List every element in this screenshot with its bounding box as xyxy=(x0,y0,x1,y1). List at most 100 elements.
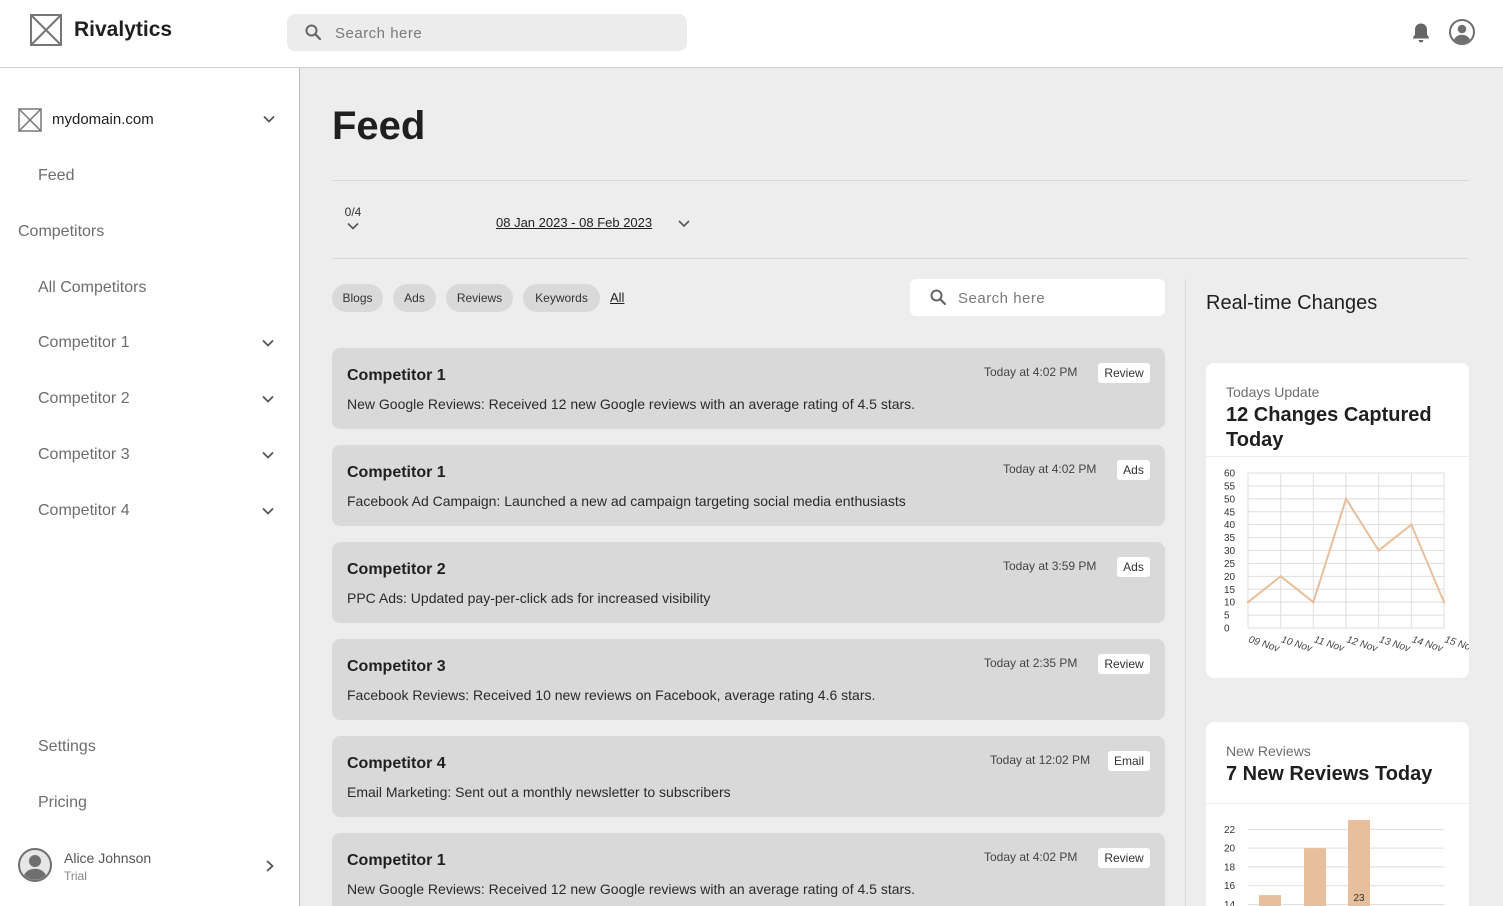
y-tick-label: 25 xyxy=(1224,559,1236,570)
y-tick-label: 18 xyxy=(1224,862,1236,873)
feed-card-time: Today at 4:02 PM xyxy=(1003,462,1097,476)
feed-card[interactable]: Competitor 3 Today at 2:35 PM Review Fac… xyxy=(332,639,1165,720)
chevron-down-icon[interactable] xyxy=(262,112,276,126)
feed-card-text: New Google Reviews: Received 12 new Goog… xyxy=(347,881,916,897)
x-tick-label: 12 Nov xyxy=(1345,634,1379,655)
sidebar-item-competitor-1[interactable]: Competitor 1 xyxy=(38,334,130,352)
chevron-right-icon[interactable] xyxy=(264,859,276,873)
data-point xyxy=(1279,575,1282,578)
x-tick-label: 14 Nov xyxy=(1410,634,1444,655)
panel-divider xyxy=(1185,279,1186,906)
domain-selector[interactable]: mydomain.com xyxy=(18,108,282,132)
y-tick-label: 40 xyxy=(1224,520,1236,531)
sidebar-item-competitor-2[interactable]: Competitor 2 xyxy=(38,390,130,408)
feed-card-text: Facebook Ad Campaign: Launched a new ad … xyxy=(347,493,906,509)
feed-card-competitor: Competitor 1 xyxy=(347,367,446,384)
user-profile[interactable]: Alice Johnson Trial xyxy=(18,848,282,886)
feed-card[interactable]: Competitor 4 Today at 12:02 PM Email Ema… xyxy=(332,736,1165,817)
chevron-down-icon[interactable] xyxy=(346,221,360,231)
user-plan: Trial xyxy=(64,869,87,883)
bar xyxy=(1259,895,1281,906)
chevron-down-icon[interactable] xyxy=(261,392,275,406)
feed-card-time: Today at 12:02 PM xyxy=(990,753,1091,767)
feed-card-competitor: Competitor 3 xyxy=(347,658,446,675)
y-tick-label: 50 xyxy=(1224,494,1236,505)
widget-value: 7 New Reviews Today xyxy=(1226,763,1433,785)
x-tick-label: 09 Nov xyxy=(1247,634,1281,655)
chevron-down-icon[interactable] xyxy=(261,504,275,518)
sidebar-item-pricing[interactable]: Pricing xyxy=(38,794,87,812)
brand-name[interactable]: Rivalytics xyxy=(74,18,172,42)
chevron-down-icon[interactable] xyxy=(261,448,275,462)
feed-card-competitor: Competitor 1 xyxy=(347,464,446,481)
y-tick-label: 10 xyxy=(1224,598,1236,609)
feed-card[interactable]: Competitor 1 Today at 4:02 PM Review New… xyxy=(332,348,1165,429)
feed-card-time: Today at 2:35 PM xyxy=(984,656,1078,670)
filter-chip-ads[interactable]: Ads xyxy=(393,284,436,312)
sidebar-item-competitor-3[interactable]: Competitor 3 xyxy=(38,446,130,464)
feed-card-tag[interactable]: Review xyxy=(1098,654,1150,674)
y-tick-label: 22 xyxy=(1224,825,1236,836)
feed-card-tag[interactable]: Ads xyxy=(1117,557,1150,577)
x-tick-label: 13 Nov xyxy=(1378,634,1412,655)
search-icon xyxy=(930,289,946,305)
reviews-bar-chart: 12141618202223 xyxy=(1224,820,1444,906)
feed-card-time: Today at 3:59 PM xyxy=(1003,559,1097,573)
selection-counter[interactable]: 0/4 xyxy=(340,205,366,231)
logo-placeholder-icon[interactable] xyxy=(30,14,62,46)
filter-chip-blogs[interactable]: Blogs xyxy=(332,284,383,312)
filter-chip-reviews[interactable]: Reviews xyxy=(446,284,513,312)
bell-icon[interactable] xyxy=(1411,22,1431,44)
filter-chip-keywords[interactable]: Keywords xyxy=(523,284,600,312)
sidebar-item-all-competitors[interactable]: All Competitors xyxy=(38,279,146,297)
feed-card[interactable]: Competitor 1 Today at 4:02 PM Ads Facebo… xyxy=(332,445,1165,526)
sidebar: mydomain.com Feed Competitors All Compet… xyxy=(0,68,300,906)
feed-card-competitor: Competitor 4 xyxy=(347,755,446,772)
global-search[interactable] xyxy=(287,14,687,51)
divider xyxy=(332,258,1469,259)
feed-card-tag[interactable]: Review xyxy=(1098,363,1150,383)
data-point xyxy=(1312,600,1315,604)
feed-card[interactable]: Competitor 1 Today at 4:02 PM Review New… xyxy=(332,833,1165,906)
widget-todays-update[interactable]: Todays Update 12 Changes Captured Today … xyxy=(1206,363,1469,678)
data-point xyxy=(1246,600,1250,604)
changes-line-chart: 0 5 10 15 20 25 30 35 40 45 50 5560 09 Nov 10 Nov 11 N… xyxy=(1224,469,1469,655)
chevron-down-icon[interactable] xyxy=(261,336,275,350)
user-avatar-icon[interactable] xyxy=(1449,19,1475,45)
feed-card-tag[interactable]: Review xyxy=(1098,848,1150,868)
sidebar-item-competitor-4[interactable]: Competitor 4 xyxy=(38,502,130,520)
sidebar-item-settings[interactable]: Settings xyxy=(38,738,96,756)
data-point xyxy=(1410,523,1413,526)
feed-card-time: Today at 4:02 PM xyxy=(984,365,1078,379)
feed-card-tag[interactable]: Ads xyxy=(1117,460,1150,480)
sidebar-heading-competitors[interactable]: Competitors xyxy=(18,223,104,241)
counter-value: 0/4 xyxy=(344,205,362,219)
widget-new-reviews[interactable]: New Reviews 7 New Reviews Today 12141618… xyxy=(1206,722,1469,906)
widget-label: Todays Update xyxy=(1226,384,1320,400)
divider xyxy=(1206,803,1469,804)
top-bar: Rivalytics xyxy=(0,0,1503,68)
y-tick-label: 16 xyxy=(1224,881,1236,892)
feed-card-tag[interactable]: Email xyxy=(1108,751,1150,771)
y-tick-label: 35 xyxy=(1224,533,1236,544)
date-range-picker[interactable]: 08 Jan 2023 - 08 Feb 2023 xyxy=(496,215,652,230)
y-tick-label: 0 xyxy=(1224,624,1230,635)
feed-search[interactable] xyxy=(910,279,1165,316)
widget-value: 12 Changes Captured Today xyxy=(1226,404,1432,451)
avatar xyxy=(18,848,52,882)
user-name: Alice Johnson xyxy=(64,850,152,866)
global-search-input[interactable] xyxy=(335,22,665,44)
y-tick-label: 55 xyxy=(1224,481,1236,492)
filter-all-link[interactable]: All xyxy=(610,290,624,305)
data-point xyxy=(1344,497,1348,501)
feed-card-competitor: Competitor 2 xyxy=(347,561,446,578)
feed-search-input[interactable] xyxy=(958,287,1153,309)
feed-card[interactable]: Competitor 2 Today at 3:59 PM Ads PPC Ad… xyxy=(332,542,1165,623)
feed-card-text: Email Marketing: Sent out a monthly news… xyxy=(347,784,731,800)
bar xyxy=(1304,848,1326,906)
search-icon xyxy=(305,24,321,40)
widget-label: New Reviews xyxy=(1226,743,1311,759)
chevron-down-icon[interactable] xyxy=(677,218,691,230)
feed-card-competitor: Competitor 1 xyxy=(347,852,446,869)
sidebar-item-feed[interactable]: Feed xyxy=(38,167,74,185)
